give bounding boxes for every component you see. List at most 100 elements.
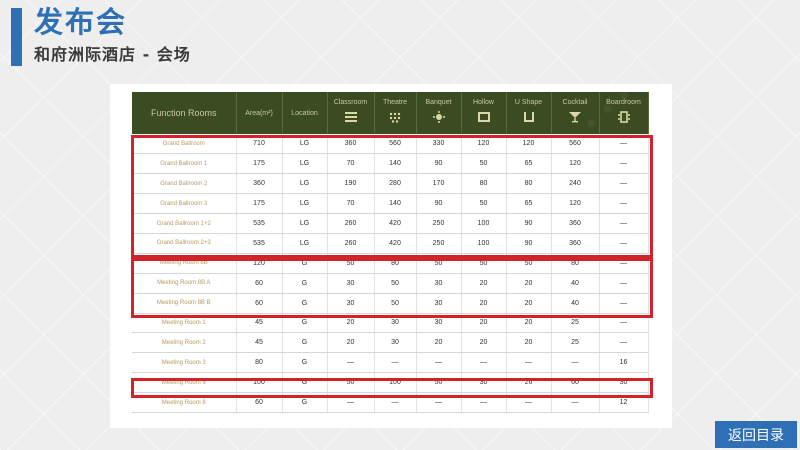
capacity-cell: 20 — [461, 293, 507, 314]
table-header-row: Function Rooms Area(m²) Location Classroom T… — [132, 92, 649, 134]
capacity-cell: LG — [282, 173, 328, 195]
capacity-cell: 30 — [327, 273, 375, 294]
capacity-cell: 50 — [416, 253, 462, 274]
capacity-cell: 40 — [551, 273, 600, 294]
capacity-cell: 120 — [551, 193, 600, 215]
capacity-cell: — — [599, 253, 649, 274]
room-name-cell: Meeting Room 6 — [132, 372, 237, 394]
capacity-cell: — — [599, 233, 649, 254]
capacity-cell: 175 — [236, 153, 283, 175]
column-header-label: Theatre — [382, 99, 408, 106]
capacity-cell: — — [374, 352, 417, 374]
capacity-cell: LG — [282, 134, 328, 155]
capacity-cell: 140 — [374, 153, 417, 175]
capacity-cell: 560 — [551, 134, 600, 155]
capacity-cell: — — [327, 392, 375, 413]
capacity-cell: LG — [282, 233, 328, 254]
column-header-label: Area(m²) — [245, 109, 273, 117]
capacity-cell: 120 — [506, 134, 552, 155]
capacity-cell: 240 — [551, 173, 600, 195]
capacity-cell: 360 — [551, 213, 600, 234]
capacity-cell: — — [599, 193, 649, 215]
capacity-cell: 50 — [461, 193, 507, 215]
capacity-cell: G — [282, 352, 328, 374]
column-header-banquet: Banquet — [416, 92, 462, 134]
capacity-cell: 20 — [506, 332, 552, 354]
room-name-cell: Meeting Room 8B B — [132, 293, 237, 314]
capacity-cell: 80 — [461, 173, 507, 195]
capacity-cell: 70 — [327, 153, 375, 175]
table-row: Grand Ballroom 710 LG 360 560 330 120 120 560— — [132, 134, 649, 155]
column-header-u-shape: U Shape — [506, 92, 552, 134]
capacity-cell: — — [599, 313, 649, 334]
capacity-cell: 50 — [374, 293, 417, 314]
room-name-cell: Grand Ballroom 1 — [132, 153, 237, 175]
room-name-cell: Grand Ballroom — [132, 134, 237, 155]
capacity-cell: 50 — [374, 273, 417, 294]
room-name-cell: Grand Ballroom 2+3 — [132, 233, 237, 254]
capacity-cell: G — [282, 332, 328, 354]
capacity-cell: 25 — [551, 313, 600, 334]
capacity-cell: 90 — [416, 193, 462, 215]
column-header-hollow: Hollow — [461, 92, 507, 134]
capacity-cell: 90 — [416, 153, 462, 175]
column-header-label: Classroom — [333, 99, 368, 106]
capacity-cell: 45 — [236, 332, 283, 354]
column-header-label: U Shape — [514, 99, 543, 106]
capacity-cell: 140 — [374, 193, 417, 215]
column-header-location: Location — [282, 92, 328, 134]
capacity-cell: — — [461, 352, 507, 374]
capacity-cell: 560 — [374, 134, 417, 155]
table-row: Meeting Room 8B B 60 G 30 50 30 20 20 40— — [132, 293, 649, 314]
capacity-cell: 30 — [374, 313, 417, 334]
table-row: Grand Ballroom 1 175 LG 70 140 90 50 65 120— — [132, 153, 649, 175]
capacity-cell: 280 — [374, 173, 417, 195]
theatre-icon — [389, 112, 401, 123]
capacity-table: Function Rooms Area(m²) Location Classroom T… — [132, 92, 649, 413]
capacity-cell: 50 — [327, 253, 375, 274]
capacity-cell: LG — [282, 213, 328, 234]
capacity-cell: 100 — [236, 372, 283, 394]
capacity-cell: 20 — [461, 313, 507, 334]
capacity-cell: 30 — [461, 372, 507, 394]
capacity-cell: 20 — [506, 273, 552, 294]
capacity-cell: 535 — [236, 233, 283, 254]
boardroom-icon — [617, 111, 630, 123]
column-header-area-m: Area(m²) — [236, 92, 283, 134]
capacity-cell: 16 — [599, 352, 649, 374]
capacity-cell: G — [282, 293, 328, 314]
room-name-cell: Grand Ballroom 3 — [132, 193, 237, 215]
column-header-label: Cocktail — [562, 99, 588, 106]
capacity-cell: 50 — [327, 372, 375, 394]
table-row: Meeting Room 6 100 G 50 100 50 30 26 60 30 — [132, 372, 649, 394]
room-name-cell: Meeting Room 8B — [132, 253, 237, 274]
capacity-cell: — — [551, 392, 600, 413]
capacity-cell: 60 — [236, 293, 283, 314]
column-header-label: Boardroom — [606, 99, 641, 106]
column-header-theatre: Theatre — [374, 92, 417, 134]
capacity-cell: 100 — [461, 233, 507, 254]
capacity-cell: 60 — [236, 392, 283, 413]
title-accent-bar — [11, 8, 22, 66]
column-header-classroom: Classroom — [327, 92, 375, 134]
room-name-cell: Grand Ballroom 1+2 — [132, 213, 237, 234]
capacity-cell: 170 — [416, 173, 462, 195]
capacity-cell: 12 — [599, 392, 649, 413]
capacity-cell: 190 — [327, 173, 375, 195]
room-name-cell: Meeting Room 8B A — [132, 273, 237, 294]
capacity-cell: 260 — [327, 213, 375, 234]
capacity-cell: — — [506, 392, 552, 413]
column-header-label: Hollow — [472, 99, 494, 106]
capacity-cell: G — [282, 392, 328, 413]
capacity-cell: 710 — [236, 134, 283, 155]
page-subtitle: 和府洲际酒店 - 会场 — [34, 45, 191, 64]
table-row: Meeting Room 3 80 G — — — — — —16 — [132, 352, 649, 374]
capacity-cell: — — [599, 134, 649, 155]
back-to-contents-button[interactable]: 返回目录 — [715, 421, 797, 448]
capacity-cell: 50 — [416, 372, 462, 394]
table-row: Meeting Room 8 60 G — — — — — —12 — [132, 392, 649, 413]
capacity-cell: — — [551, 352, 600, 374]
capacity-cell: 20 — [327, 313, 375, 334]
capacity-cell: 30 — [327, 293, 375, 314]
capacity-cell: 20 — [506, 313, 552, 334]
